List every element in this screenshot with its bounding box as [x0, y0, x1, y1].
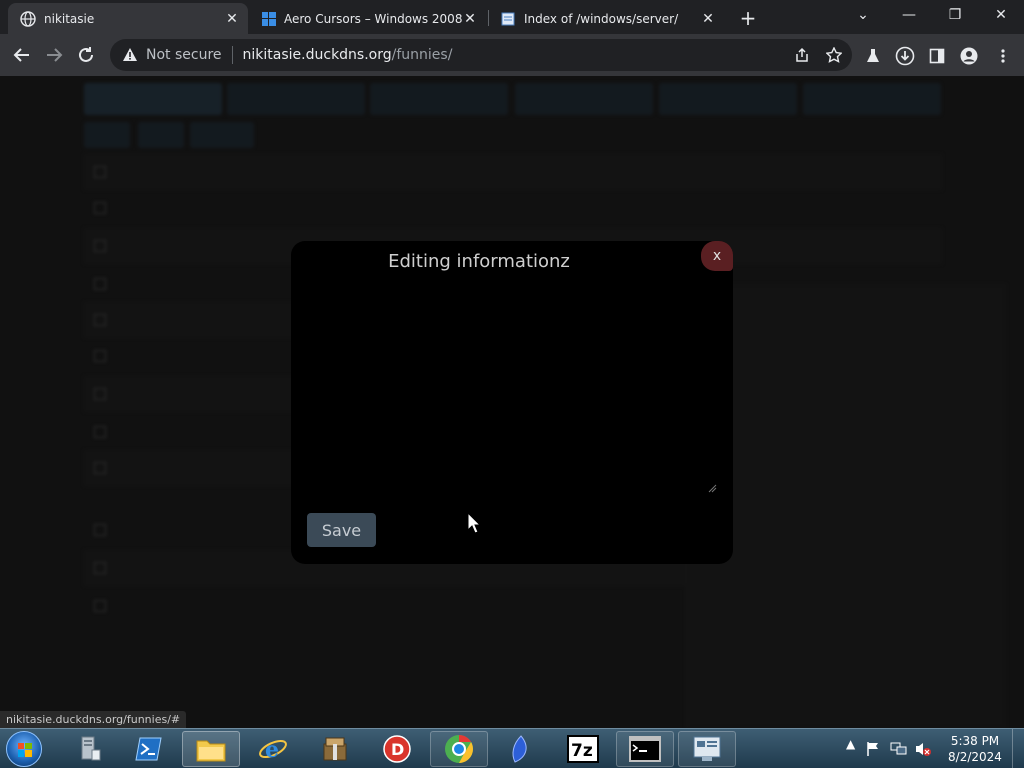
share-icon[interactable] [792, 45, 812, 65]
tab-close-icon[interactable]: ✕ [462, 11, 478, 27]
link-status-bubble: nikitasie.duckdns.org/funnies/# [0, 711, 187, 728]
tab-title: Aero Cursors – Windows 2008 R2 V [284, 11, 462, 26]
powershell-icon [135, 737, 162, 761]
tray-expand-icon[interactable]: ▲ [846, 737, 855, 751]
url-path: /funnies/ [391, 47, 453, 63]
clock-date: 8/2/2024 [948, 750, 1002, 764]
security-label: Not secure [146, 47, 222, 63]
archive-box-icon [323, 737, 347, 761]
7zip-icon: 7z [567, 735, 599, 763]
info-textarea[interactable] [307, 283, 719, 495]
document-icon [501, 12, 515, 25]
arrow-left-icon [13, 48, 29, 62]
tab-nikitasie[interactable]: nikitasie ✕ [8, 3, 248, 34]
forward-button[interactable] [40, 41, 68, 69]
svg-text:D: D [391, 740, 404, 759]
tab-title: Index of /windows/server/ [524, 11, 679, 26]
taskbar-app-chrome[interactable] [430, 731, 488, 767]
tab-search-chevron-icon[interactable]: ⌄ [840, 0, 886, 30]
svg-text:e: e [265, 737, 279, 763]
taskbar-app-archive-tool[interactable] [306, 731, 364, 767]
start-button[interactable] [6, 731, 42, 767]
address-bar[interactable]: Not secure nikitasie.duckdns.org/funnies… [110, 39, 852, 71]
windows-taskbar: e D 7z ▲ 5:38 PM 8/2/2024 [0, 728, 1024, 768]
warning-triangle-icon [123, 48, 137, 61]
arrow-right-icon [47, 48, 63, 62]
download-icon[interactable] [894, 45, 916, 67]
tab-close-icon[interactable]: ✕ [700, 11, 716, 27]
windows-flag-icon [18, 743, 32, 757]
reload-icon [79, 47, 93, 62]
modal-title: Editing informationz [388, 251, 570, 272]
action-center-flag-icon[interactable] [866, 741, 880, 757]
resize-grip-icon[interactable] [707, 483, 717, 493]
profile-avatar-icon[interactable] [958, 45, 980, 67]
tab-index-windows-server[interactable]: Index of /windows/server/ ✕ [488, 3, 724, 34]
internet-explorer-icon: e [259, 737, 287, 763]
reload-button[interactable] [72, 41, 100, 69]
taskbar-app-server-manager[interactable] [60, 731, 118, 767]
windows-logo-icon [262, 11, 276, 26]
volume-muted-icon[interactable] [914, 741, 932, 757]
chrome-icon [445, 735, 473, 763]
taskbar-app-red-circle[interactable]: D [368, 731, 426, 767]
side-panel-icon[interactable] [926, 45, 948, 67]
taskbar-app-cmd[interactable] [616, 731, 674, 767]
tab-close-icon[interactable]: ✕ [224, 11, 240, 27]
taskbar-app-powershell[interactable] [120, 731, 178, 767]
svg-text:7z: 7z [571, 741, 593, 761]
page-viewport: Editing informationz x Save [0, 76, 1024, 728]
window-close-button[interactable]: ✕ [978, 0, 1024, 30]
red-circle-app-icon: D [383, 735, 411, 763]
network-console-icon [693, 736, 721, 761]
tab-aero-cursors[interactable]: Aero Cursors – Windows 2008 R2 V ✕ [250, 3, 486, 34]
taskbar-app-network-tool[interactable] [678, 731, 736, 767]
folder-icon [196, 740, 226, 762]
modal-close-button[interactable]: x [701, 241, 733, 271]
server-manager-icon [81, 736, 101, 761]
kebab-menu-icon[interactable] [992, 45, 1014, 67]
mouse-cursor-icon [467, 512, 481, 534]
taskbar-app-internet-explorer[interactable]: e [244, 731, 302, 767]
globe-icon [20, 10, 36, 27]
browser-toolbar: Not secure nikitasie.duckdns.org/funnies… [0, 34, 1024, 76]
edit-info-modal: Editing informationz x Save [291, 241, 733, 564]
new-tab-button[interactable]: + [736, 6, 760, 30]
tab-strip: nikitasie ✕ Aero Cursors – Windows 2008 … [0, 0, 1024, 34]
save-button[interactable]: Save [307, 513, 376, 547]
bookmark-star-icon[interactable] [824, 45, 844, 65]
tab-title: nikitasie [44, 11, 95, 26]
taskbar-app-feather[interactable] [492, 731, 550, 767]
back-button[interactable] [8, 41, 36, 69]
restore-button[interactable]: ❐ [932, 0, 978, 30]
clock-time: 5:38 PM [950, 734, 1000, 748]
omnibox-divider [231, 46, 233, 64]
url-host: nikitasie.duckdns.org [242, 47, 392, 63]
minimize-button[interactable]: — [886, 0, 932, 30]
show-desktop-button[interactable] [1012, 729, 1024, 768]
labs-flask-icon[interactable] [862, 45, 884, 67]
taskbar-app-explorer[interactable] [182, 731, 240, 767]
taskbar-app-7zip[interactable]: 7z [554, 731, 612, 767]
network-status-icon[interactable] [890, 741, 908, 757]
command-prompt-icon [629, 736, 661, 762]
blue-feather-icon [512, 735, 527, 763]
system-clock[interactable]: 5:38 PM 8/2/2024 [940, 733, 1010, 765]
